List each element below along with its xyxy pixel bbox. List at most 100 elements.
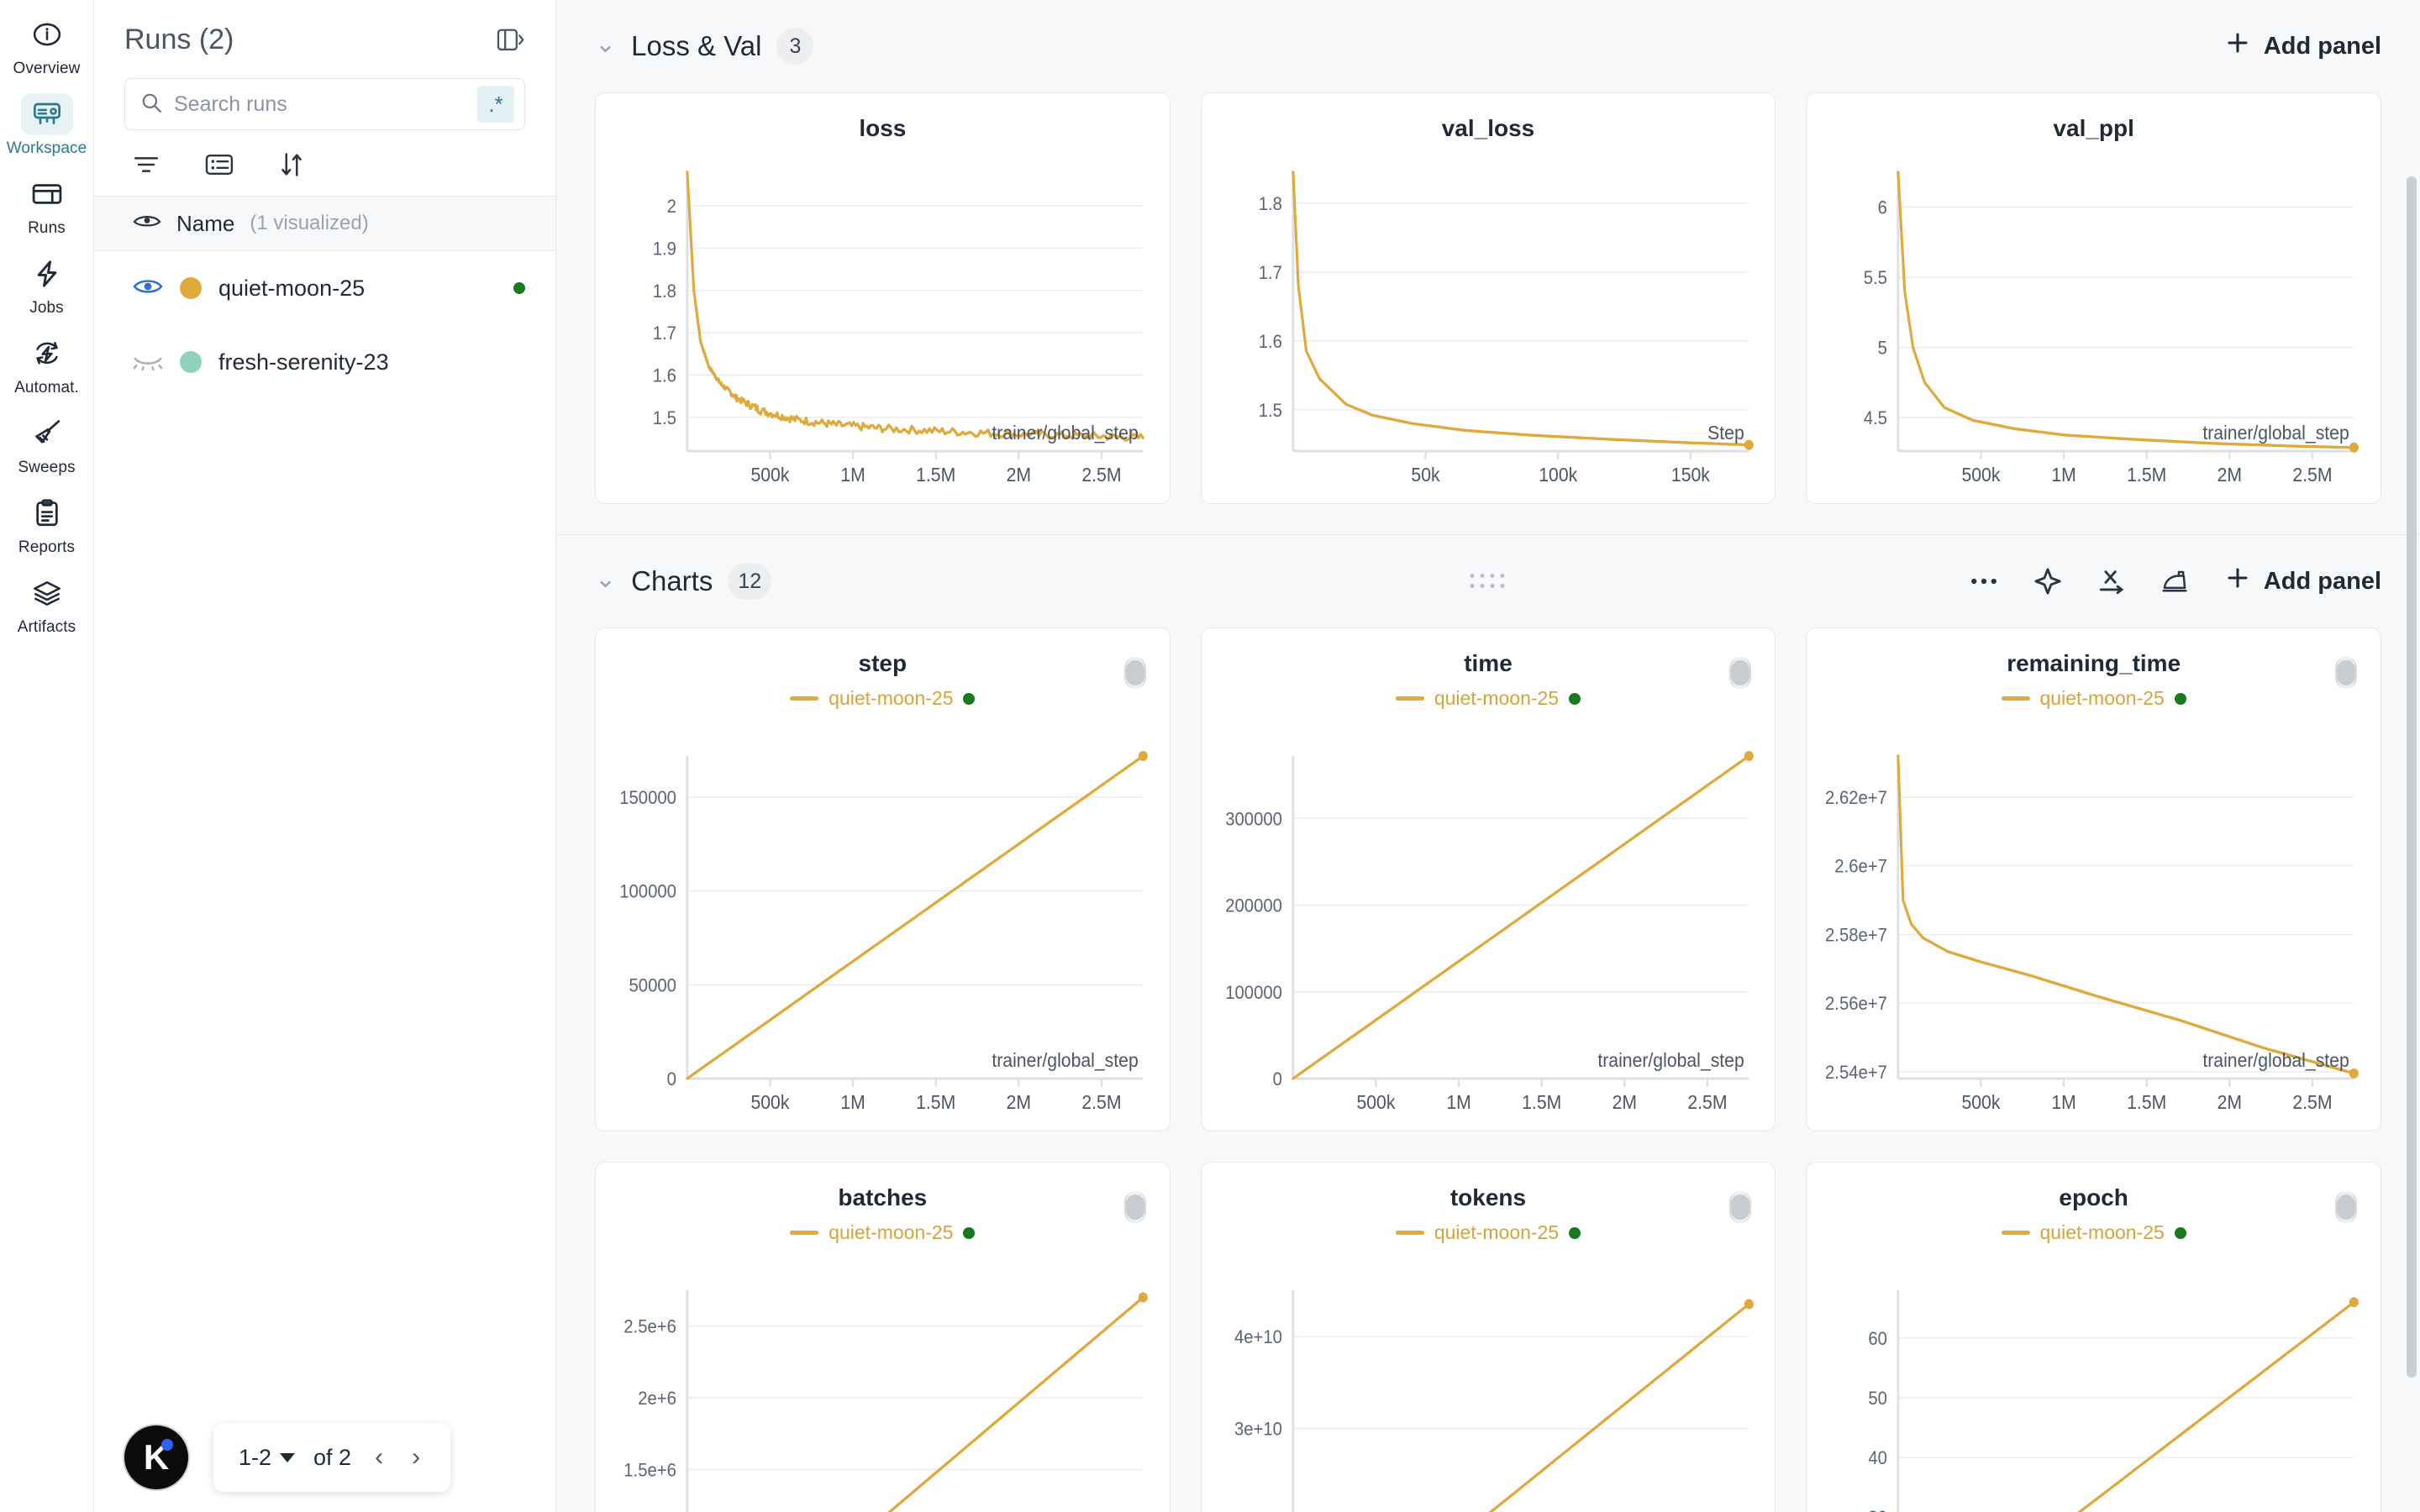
legend-run-name[interactable]: quiet-moon-25: [829, 1221, 953, 1244]
svg-text:1.5M: 1.5M: [916, 464, 955, 486]
svg-text:Step: Step: [1707, 422, 1744, 444]
rail-item-runs[interactable]: Runs: [3, 166, 91, 243]
rail-item-reports[interactable]: Reports: [3, 486, 91, 562]
add-panel-button[interactable]: Add panel: [2225, 565, 2381, 597]
rail-item-automat[interactable]: Automat.: [3, 326, 91, 402]
sort-icon[interactable]: [279, 152, 304, 177]
svg-text:1.5: 1.5: [653, 408, 676, 428]
svg-text:2.5M: 2.5M: [1081, 1091, 1121, 1113]
chart-panel[interactable]: time quiet-moon-25 0 100000 200000 300000 500k…: [1200, 627, 1776, 1131]
regex-toggle-button[interactable]: .*: [477, 86, 514, 123]
panel-options-handle[interactable]: [1729, 657, 1752, 689]
run-row[interactable]: quiet-moon-25: [94, 251, 555, 325]
run-color-swatch[interactable]: [180, 351, 202, 373]
svg-text:1M: 1M: [840, 1091, 865, 1113]
chart-panel[interactable]: batchesquiet-moon-251e+61.5e+62e+62.5e+6: [595, 1162, 1171, 1512]
legend-run-name[interactable]: quiet-moon-25: [1434, 1221, 1559, 1244]
chart-panel[interactable]: epochquiet-moon-252030405060: [1806, 1162, 2381, 1512]
rail-item-sweeps[interactable]: Sweeps: [3, 406, 91, 482]
svg-text:2.54e+7: 2.54e+7: [1825, 1063, 1887, 1083]
panel-collapse-icon[interactable]: [497, 28, 525, 53]
chart-panel[interactable]: tokensquiet-moon-252e+103e+104e+10: [1200, 1162, 1776, 1512]
rail-item-label: Sweeps: [18, 459, 76, 476]
svg-text:trainer/global_step: trainer/global_step: [2203, 1049, 2349, 1071]
chart-panel[interactable]: remaining_time quiet-moon-25 2.54e+7 2.56e+…: [1806, 627, 2381, 1131]
panel-options-handle[interactable]: [1729, 1191, 1752, 1223]
legend-run-name[interactable]: quiet-moon-25: [2040, 1221, 2165, 1244]
legend-run-name[interactable]: quiet-moon-25: [1434, 687, 1559, 710]
svg-text:1M: 1M: [840, 464, 865, 486]
svg-text:50: 50: [1869, 1389, 1888, 1409]
panel-legend: quiet-moon-25: [1807, 1221, 2381, 1244]
rail-item-overview[interactable]: Overview: [3, 7, 91, 83]
page-range-dropdown[interactable]: 1-2: [239, 1445, 296, 1471]
panel-options-handle[interactable]: [1123, 1191, 1146, 1223]
smoothing-iron-icon[interactable]: [2161, 568, 2190, 595]
run-row[interactable]: fresh-serenity-23: [94, 325, 555, 399]
filter-icon[interactable]: [133, 152, 160, 177]
rail-item-label: Jobs: [29, 299, 64, 317]
panel-title: tokens: [1449, 1184, 1527, 1210]
legend-run-name[interactable]: quiet-moon-25: [829, 687, 953, 710]
eye-closed-icon[interactable]: [133, 350, 163, 375]
svg-text:1M: 1M: [2052, 464, 2076, 486]
legend-run-name[interactable]: quiet-moon-25: [2040, 687, 2165, 710]
x-axis-icon[interactable]: [2097, 567, 2126, 596]
svg-text:100000: 100000: [619, 882, 676, 902]
rail-item-workspace[interactable]: Workspace: [3, 87, 91, 163]
chevron-down-icon[interactable]: ⌄: [595, 32, 616, 57]
magic-wand-icon[interactable]: [2033, 567, 2062, 596]
svg-text:2M: 2M: [2217, 464, 2242, 486]
chevron-right-icon[interactable]: ›: [407, 1443, 425, 1472]
panel-plot: 0 50000 100000 150000 500k 1M 1.5M 2M 2.5M traine…: [596, 741, 1170, 1131]
section-drag-handle[interactable]: [1470, 573, 1507, 590]
rail-item-artifacts[interactable]: Artifacts: [3, 565, 91, 642]
rail-item-label: Workspace: [6, 139, 87, 157]
eye-open-icon[interactable]: [133, 276, 163, 301]
svg-text:500k: 500k: [1356, 1091, 1396, 1113]
chart-panel[interactable]: step quiet-moon-25 0 50000 100000 150000 500k 1…: [595, 627, 1171, 1131]
vertical-scrollbar[interactable]: [2407, 176, 2417, 1378]
panel-title: loss: [859, 115, 907, 141]
more-options-icon[interactable]: [1970, 575, 1998, 587]
svg-text:5: 5: [1878, 339, 1887, 359]
svg-text:1.5M: 1.5M: [916, 1091, 955, 1113]
run-name-label[interactable]: fresh-serenity-23: [218, 349, 525, 375]
run-name-label[interactable]: quiet-moon-25: [218, 276, 497, 302]
chart-panel[interactable]: val_loss 1.5 1.6 1.7 1.8 50k 100k 150k Step: [1200, 92, 1776, 504]
chevron-left-icon[interactable]: ‹: [370, 1443, 388, 1472]
svg-text:5.5: 5.5: [1864, 268, 1887, 288]
svg-text:50k: 50k: [1411, 464, 1440, 486]
add-panel-label: Add panel: [2263, 567, 2381, 595]
panel-options-handle[interactable]: [2335, 657, 2357, 689]
svg-text:1.7: 1.7: [653, 323, 676, 344]
app-logo-button[interactable]: K: [124, 1425, 188, 1489]
add-panel-button[interactable]: Add panel: [2225, 30, 2381, 62]
rail-item-jobs[interactable]: Jobs: [3, 246, 91, 323]
chart-panel[interactable]: loss 1.5 1.6 1.7 1.8 1.9 2 500k 1M 1.5M 2M 2.5M trai…: [595, 92, 1171, 504]
svg-text:2M: 2M: [1612, 1091, 1636, 1113]
panel-plot: 1.5 1.6 1.7 1.8 1.9 2 500k 1M 1.5M 2M 2.5M trainer/…: [596, 157, 1170, 503]
svg-text:trainer/global_step: trainer/global_step: [992, 1049, 1138, 1071]
panel-options-handle[interactable]: [1123, 657, 1146, 689]
chevron-down-icon[interactable]: ⌄: [595, 567, 616, 592]
legend-color-line: [2001, 696, 2030, 701]
add-panel-label: Add panel: [2263, 32, 2381, 60]
svg-text:300000: 300000: [1225, 810, 1282, 830]
svg-text:2.5M: 2.5M: [2293, 464, 2333, 486]
eye-icon[interactable]: [133, 213, 161, 235]
layers-icon: [21, 572, 73, 614]
svg-text:trainer/global_step: trainer/global_step: [2203, 422, 2349, 444]
runs-name-column-header[interactable]: Name (1 visualized): [94, 196, 555, 251]
run-color-swatch[interactable]: [180, 277, 202, 299]
panel-title: epoch: [2059, 1184, 2128, 1210]
section-panel-count: 12: [728, 563, 772, 600]
plus-icon: [2225, 565, 2250, 597]
panel-legend: quiet-moon-25: [1807, 687, 2381, 710]
search-input[interactable]: [174, 92, 466, 117]
search-runs-box[interactable]: .*: [124, 78, 525, 130]
columns-icon[interactable]: [205, 152, 234, 177]
panel-options-handle[interactable]: [2335, 1191, 2357, 1223]
chart-panel[interactable]: val_ppl 4.5 5 5.5 6 500k 1M 1.5M 2M 2.5M trainer/g…: [1806, 92, 2381, 504]
section-header: ⌄ Charts 12 Add panel: [556, 535, 2420, 627]
